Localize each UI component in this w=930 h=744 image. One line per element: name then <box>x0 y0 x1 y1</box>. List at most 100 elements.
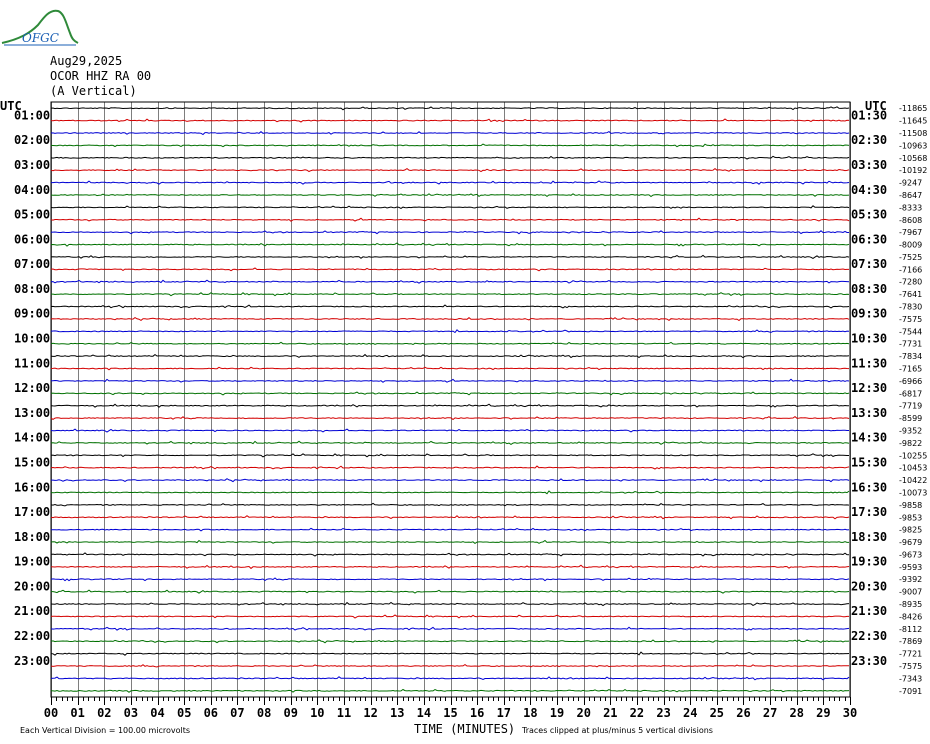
trace-offset-label: -9352 <box>899 427 922 436</box>
trace-line <box>50 341 850 346</box>
hour-label-left: 12:00 <box>14 381 50 395</box>
trace-line <box>50 663 849 668</box>
trace-offset-label: -9679 <box>899 538 922 547</box>
x-tick-label: 26 <box>736 706 750 720</box>
trace-line <box>50 465 850 470</box>
trace-offset-label: -9007 <box>899 588 922 597</box>
x-tick-label: 08 <box>257 706 271 720</box>
hour-label-left: 17:00 <box>14 505 50 519</box>
trace-offset-label: -7343 <box>899 674 922 683</box>
footer-scale-note: Each Vertical Division = 100.00 microvol… <box>20 726 190 735</box>
trace-offset-label: -9673 <box>899 550 922 559</box>
x-tick-label: 06 <box>204 706 218 720</box>
trace-line <box>50 366 850 371</box>
trace-offset-label: -7719 <box>899 402 922 411</box>
trace-offset-label: -7721 <box>899 650 922 659</box>
hour-label-right: 20:30 <box>851 579 887 593</box>
trace-offset-label: -8112 <box>899 625 922 634</box>
x-tick-label: 28 <box>789 706 803 720</box>
trace-line <box>50 490 850 495</box>
hour-label-right: 15:30 <box>851 456 887 470</box>
trace-offset-label: -9822 <box>899 439 922 448</box>
trace-line <box>51 589 850 594</box>
x-tick-label: 05 <box>177 706 191 720</box>
trace-offset-label: -7280 <box>899 278 922 287</box>
trace-line <box>50 205 850 209</box>
x-tick-label: 14 <box>417 706 431 720</box>
trace-offset-label: -8009 <box>899 241 922 250</box>
trace-line <box>50 527 850 532</box>
hour-label-right: 02:30 <box>851 133 887 147</box>
hour-label-right: 07:30 <box>851 257 887 271</box>
trace-line <box>50 279 850 284</box>
hour-label-right: 13:30 <box>851 406 887 420</box>
hour-label-left: 10:00 <box>14 332 50 346</box>
trace-offset-label: -7575 <box>899 662 922 671</box>
trace-line <box>50 651 850 656</box>
trace-offset-label: -7544 <box>899 327 922 336</box>
trace-offset-label: -8608 <box>899 216 922 225</box>
chart-grid <box>50 101 851 705</box>
trace-line <box>50 415 850 421</box>
hour-label-left: 16:00 <box>14 480 50 494</box>
trace-line <box>50 391 850 396</box>
trace-offset-label: -7166 <box>899 265 922 274</box>
hour-label-right: 12:30 <box>851 381 887 395</box>
chart-labels: -11865 -11645 -11508 -10963 -10568 -10192 -924… <box>14 104 927 720</box>
trace-offset-label: -8426 <box>899 612 922 621</box>
trace-line <box>50 614 849 619</box>
trace-offset-label: -10073 <box>899 489 927 498</box>
x-tick-label: 07 <box>230 706 244 720</box>
trace-offset-label: -10255 <box>899 451 927 460</box>
x-tick-label: 17 <box>497 706 511 720</box>
trace-line <box>50 539 849 545</box>
trace-line <box>50 304 850 309</box>
hour-label-left: 04:00 <box>14 183 50 197</box>
trace-line <box>50 676 850 681</box>
trace-offset-label: -7967 <box>899 228 922 237</box>
trace-offset-label: -9825 <box>899 526 922 535</box>
trace-line <box>50 515 850 520</box>
x-tick-label: 01 <box>70 706 84 720</box>
hour-label-left: 07:00 <box>14 257 50 271</box>
footer-clip-note: Traces clipped at plus/minus 5 vertical … <box>521 726 713 735</box>
trace-line <box>51 180 850 185</box>
hour-label-left: 18:00 <box>14 530 50 544</box>
trace-offset-label: -11508 <box>899 129 927 138</box>
hour-label-right: 21:30 <box>851 604 887 618</box>
x-axis-title: TIME (MINUTES) <box>414 722 515 736</box>
trace-offset-label: -7834 <box>899 352 922 361</box>
hour-label-right: 18:30 <box>851 530 887 544</box>
plot-frame <box>50 101 851 698</box>
trace-offset-label: -8333 <box>899 203 922 212</box>
trace-line <box>50 601 850 607</box>
hour-label-right: 11:30 <box>851 356 887 370</box>
hour-label-left: 09:00 <box>14 307 50 321</box>
trace-line <box>50 230 849 235</box>
trace-offset-label: -9853 <box>899 513 922 522</box>
x-tick-label: 20 <box>576 706 590 720</box>
trace-offset-label: -8599 <box>899 414 922 423</box>
trace-offset-label: -10568 <box>899 154 927 163</box>
trace-line <box>50 118 850 123</box>
trace-offset-label: -8935 <box>899 600 922 609</box>
trace-offset-label: -7165 <box>899 365 922 374</box>
trace-offset-label: -9247 <box>899 179 922 188</box>
trace-line <box>50 316 850 322</box>
hour-label-left: 06:00 <box>14 232 50 246</box>
hour-label-right: 09:30 <box>851 307 887 321</box>
trace-offset-label: -9593 <box>899 563 922 572</box>
trace-line <box>50 267 849 272</box>
x-tick-label: 24 <box>683 706 697 720</box>
hour-label-left: 23:00 <box>14 654 50 668</box>
trace-line <box>50 329 850 334</box>
hour-label-left: 02:00 <box>14 133 50 147</box>
x-tick-label: 18 <box>523 706 537 720</box>
x-tick-label: 03 <box>124 706 138 720</box>
trace-offset-label: -6966 <box>899 377 922 386</box>
trace-offset-label: -11645 <box>899 117 927 126</box>
trace-line <box>50 453 849 458</box>
hour-label-left: 05:00 <box>14 208 50 222</box>
x-tick-label: 15 <box>443 706 457 720</box>
x-tick-label: 19 <box>550 706 564 720</box>
